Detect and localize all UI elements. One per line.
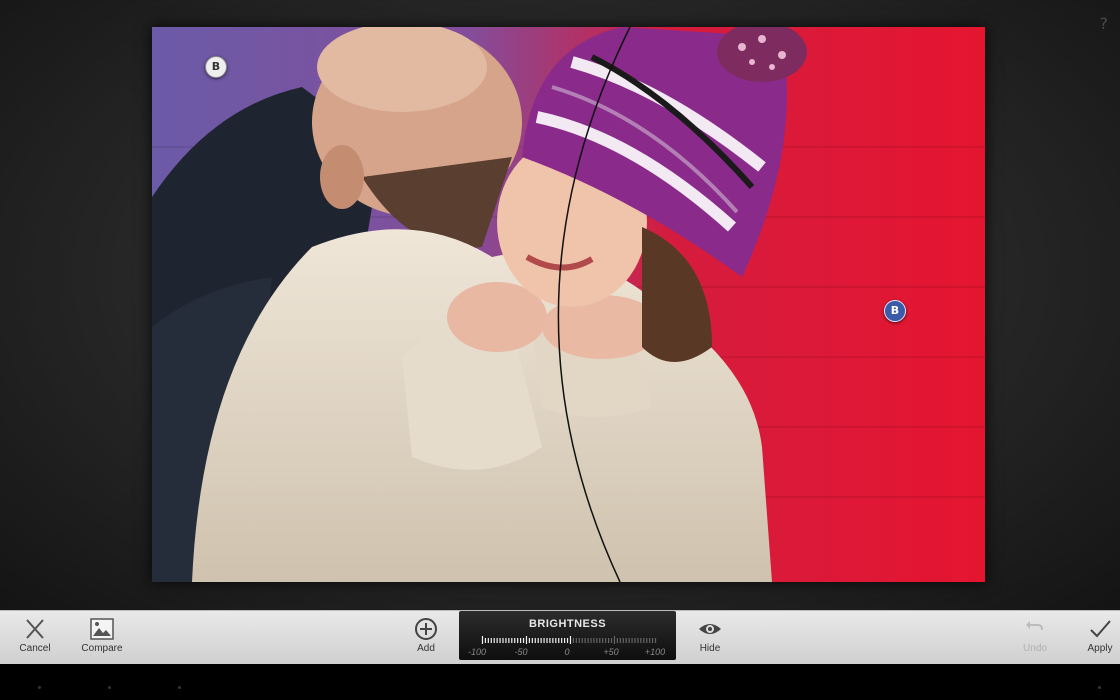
slider-tick [652, 638, 654, 643]
close-icon [26, 619, 44, 639]
slider-track[interactable] [481, 636, 657, 644]
slider-tick [525, 636, 528, 644]
slider-tick [649, 638, 651, 643]
slider-tick [496, 638, 498, 643]
slider-tick [517, 638, 519, 643]
brightness-slider[interactable]: BRIGHTNESS -100 -50 0 +50 +100 [459, 611, 676, 660]
slider-tick [616, 638, 618, 643]
slider-title: BRIGHTNESS [528, 618, 607, 630]
plus-circle-icon [415, 618, 437, 640]
hide-button[interactable]: Hide [690, 611, 730, 665]
slider-tick [487, 638, 489, 643]
control-point-active[interactable]: B [884, 300, 906, 322]
slider-tick [520, 638, 522, 643]
photo-illustration [152, 27, 985, 582]
nav-dot [178, 686, 181, 689]
slider-tick [564, 638, 566, 643]
hide-label: Hide [699, 643, 721, 654]
slider-tick [552, 638, 554, 643]
slider-tick [558, 638, 560, 643]
slider-tick [561, 638, 563, 643]
slider-tick [578, 638, 580, 643]
slider-tick [575, 638, 577, 643]
eye-icon [699, 624, 721, 634]
cancel-label: Cancel [19, 643, 51, 654]
slider-tick [546, 638, 548, 643]
slider-tick [622, 638, 624, 643]
slider-tick [514, 638, 516, 643]
slider-tick [481, 636, 484, 644]
tick-label: -100 [467, 647, 487, 657]
slider-tick [640, 638, 642, 643]
tick-label: 0 [564, 647, 570, 657]
undo-button[interactable]: Undo [1015, 611, 1055, 665]
slider-tick [608, 638, 610, 643]
undo-label: Undo [1023, 643, 1047, 654]
nav-dot [1098, 686, 1101, 689]
slider-tick [549, 638, 551, 643]
editor-workspace: ? B B [0, 0, 1120, 610]
slider-tick [587, 638, 589, 643]
tick-label: +50 [603, 647, 619, 657]
slider-tick [484, 638, 486, 643]
slider-tick [593, 638, 595, 643]
slider-tick [584, 638, 586, 643]
slider-tick [572, 638, 574, 643]
system-nav-bar [0, 664, 1120, 700]
slider-tick [555, 638, 557, 643]
slider-tick [540, 638, 542, 643]
slider-tick [599, 638, 601, 643]
slider-tick [646, 638, 648, 643]
slider-tick [602, 638, 604, 643]
nav-dot [108, 686, 111, 689]
apply-button[interactable]: Apply [1080, 611, 1120, 665]
slider-tick [634, 638, 636, 643]
slider-tick [502, 638, 504, 643]
slider-tick [566, 638, 569, 643]
slider-tick [499, 638, 501, 643]
slider-tick [590, 638, 592, 643]
slider-tick [511, 638, 513, 643]
slider-tick-labels: -100 -50 0 +50 +100 [459, 647, 676, 659]
slider-tick [625, 638, 627, 643]
slider-tick [508, 638, 510, 643]
slider-tick [490, 638, 492, 643]
tick-label: -50 [514, 647, 528, 657]
slider-tick [522, 638, 525, 643]
slider-tick [543, 638, 545, 643]
slider-tick [654, 638, 657, 643]
undo-icon [1026, 621, 1043, 631]
checkmark-icon [1090, 620, 1111, 638]
cancel-button[interactable]: Cancel [12, 611, 58, 665]
apply-label: Apply [1087, 643, 1113, 654]
slider-tick [534, 638, 536, 643]
slider-tick [531, 638, 533, 643]
slider-tick [537, 638, 539, 643]
photo-canvas[interactable]: B B [152, 27, 985, 582]
tick-label: +100 [644, 647, 666, 657]
slider-tick [613, 636, 616, 644]
compare-label: Compare [81, 643, 123, 654]
add-label: Add [417, 643, 435, 654]
slider-tick [637, 638, 639, 643]
nav-dot [38, 686, 41, 689]
slider-tick [493, 638, 495, 643]
slider-tick [528, 638, 530, 643]
slider-tick [619, 638, 621, 643]
slider-tick [605, 638, 607, 643]
help-icon[interactable]: ? [1100, 14, 1109, 33]
slider-tick [610, 638, 613, 643]
slider-tick [569, 636, 572, 644]
image-icon [90, 618, 114, 640]
slider-tick [581, 638, 583, 643]
slider-tick [596, 638, 598, 643]
add-button[interactable]: Add [406, 611, 446, 665]
slider-tick [631, 638, 633, 643]
slider-tick [505, 638, 507, 643]
compare-button[interactable]: Compare [74, 611, 130, 665]
slider-tick [628, 638, 630, 643]
control-point-inactive[interactable]: B [205, 56, 227, 78]
slider-tick [643, 638, 645, 643]
